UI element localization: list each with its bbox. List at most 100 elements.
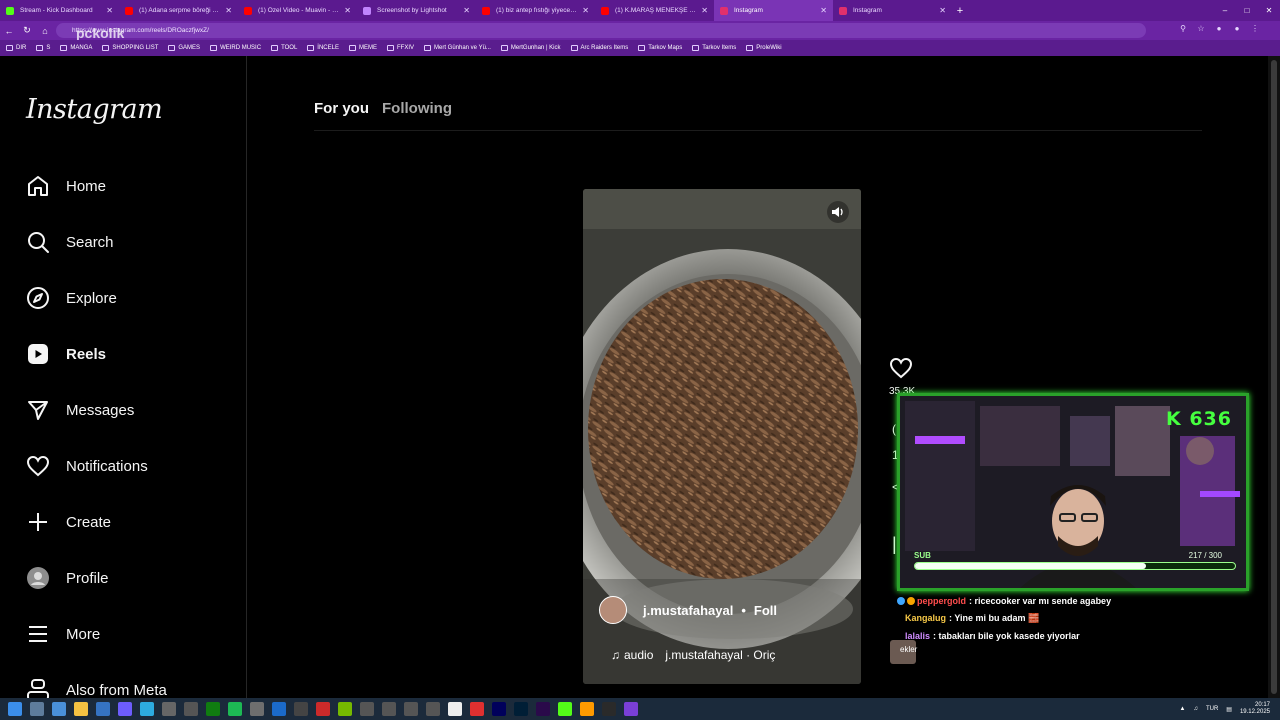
new-tab-button[interactable]: +	[952, 5, 968, 17]
app-icon[interactable]	[382, 702, 396, 716]
chat-username[interactable]: Kangalug	[905, 613, 946, 623]
bookmark-item[interactable]: İNCELE	[307, 45, 339, 51]
save-icon[interactable]: |	[892, 534, 897, 555]
url-field[interactable]: https://www.instagram.com/reels/DROaczfj…	[56, 23, 1146, 38]
bookmark-item[interactable]: DIR	[6, 45, 26, 51]
app-icon[interactable]	[96, 702, 110, 716]
bookmark-item[interactable]: WEIRD MUSIC	[210, 45, 261, 51]
sidebar-item-create[interactable]: Create	[26, 508, 111, 536]
app-icon[interactable]	[360, 702, 374, 716]
premiere-icon[interactable]	[536, 702, 550, 716]
app-icon[interactable]	[470, 702, 484, 716]
browser-tab[interactable]: (1) biz antep fıstığı yiyecek adam ✕	[476, 0, 595, 21]
browser-tab[interactable]: (1) Özel Video - Muavin - Dinlenm ✕	[238, 0, 357, 21]
scroll-thumb[interactable]	[1271, 60, 1277, 694]
sidebar-item-home[interactable]: Home	[26, 172, 106, 200]
zoom-icon[interactable]: ⚲	[1178, 24, 1188, 36]
follow-button[interactable]: Foll	[754, 603, 777, 618]
bookmark-item[interactable]: S	[36, 45, 50, 51]
reel-video[interactable]: j.mustafahayal • Foll ♫ audio j.mustafah…	[583, 189, 861, 684]
app-icon[interactable]	[184, 702, 198, 716]
app-icon[interactable]	[250, 702, 264, 716]
reload-icon[interactable]: ↻	[18, 25, 36, 36]
sidebar-item-more[interactable]: More	[26, 620, 100, 648]
app-icon[interactable]	[426, 702, 440, 716]
app-icon[interactable]	[52, 702, 66, 716]
bookmark-item[interactable]: SHOPPING LIST	[102, 45, 158, 51]
sidebar-item-messages[interactable]: Messages	[26, 396, 134, 424]
sidebar-item-search[interactable]: Search	[26, 228, 114, 256]
minimize-icon[interactable]: –	[1214, 0, 1236, 21]
close-tab-icon[interactable]: ✕	[225, 6, 232, 15]
sidebar-item-profile[interactable]: Profile	[26, 564, 109, 592]
home-browser-icon[interactable]: ⌂	[36, 26, 54, 36]
bookmark-item[interactable]: MANGA	[60, 45, 92, 51]
extension-icon[interactable]: ●	[1232, 24, 1242, 36]
sidebar-item-notifications[interactable]: Notifications	[26, 452, 148, 480]
scrollbar[interactable]	[1268, 56, 1280, 698]
settings-icon[interactable]: ⋮	[1250, 24, 1260, 36]
app-icon[interactable]	[602, 702, 616, 716]
bookmark-item[interactable]: GAMES	[168, 45, 200, 51]
app-icon[interactable]	[580, 702, 594, 716]
close-tab-icon[interactable]: ✕	[106, 6, 113, 15]
browser-tab[interactable]: Instagram ✕	[833, 0, 952, 21]
audition-icon[interactable]	[492, 702, 506, 716]
sidebar-item-explore[interactable]: Explore	[26, 284, 117, 312]
app-icon[interactable]	[316, 702, 330, 716]
close-tab-icon[interactable]: ✕	[463, 6, 470, 15]
close-tab-icon[interactable]: ✕	[344, 6, 351, 15]
app-icon[interactable]	[448, 702, 462, 716]
app-icon[interactable]	[404, 702, 418, 716]
bookmark-item[interactable]: Mert Günhan ve Yü...	[424, 45, 491, 51]
extension-icon[interactable]: ●	[1214, 24, 1224, 36]
back-icon[interactable]: ←	[0, 26, 18, 36]
bookmark-item[interactable]: Tarkov Items	[692, 45, 736, 51]
sidebar-item-reels[interactable]: Reels	[26, 340, 106, 368]
nvidia-icon[interactable]	[338, 702, 352, 716]
bookmark-item[interactable]: MEME	[348, 45, 377, 51]
volume-tray-icon[interactable]: ♫	[1193, 706, 1198, 712]
comment-icon[interactable]: (	[892, 422, 896, 436]
close-tab-icon[interactable]: ✕	[701, 6, 708, 15]
close-tab-icon[interactable]: ✕	[820, 6, 827, 15]
like-button[interactable]	[888, 356, 914, 385]
bookmark-item[interactable]: Arc Raiders Items	[570, 45, 628, 51]
tab-following[interactable]: Following	[382, 100, 452, 117]
bookmark-item[interactable]: MertGunhan | Kick	[500, 45, 561, 51]
close-window-icon[interactable]: ✕	[1258, 0, 1280, 21]
bookmark-item[interactable]: FFXIV	[386, 45, 414, 51]
search-taskbar-icon[interactable]	[30, 702, 44, 716]
avatar[interactable]	[599, 596, 627, 624]
folder-icon[interactable]	[74, 702, 88, 716]
close-tab-icon[interactable]: ✕	[582, 6, 589, 15]
bookmark-item[interactable]: Tarkov Maps	[638, 45, 682, 51]
app-icon[interactable]	[118, 702, 132, 716]
chat-username[interactable]: peppergold	[917, 596, 966, 606]
browser-tab[interactable]: Instagram ✕	[714, 0, 833, 21]
close-tab-icon[interactable]: ✕	[939, 6, 946, 15]
browser-tab[interactable]: Screenshot by Lightshot ✕	[357, 0, 476, 21]
maximize-icon[interactable]: □	[1236, 0, 1258, 21]
bookmark-item[interactable]: TOOL	[271, 45, 297, 51]
spotify-icon[interactable]	[228, 702, 242, 716]
xbox-icon[interactable]	[206, 702, 220, 716]
bookmark-item[interactable]: ProleWiki	[746, 45, 782, 51]
browser-tab[interactable]: (1) K.MARAŞ MENEKŞE PAÇA ÇORBA✕	[595, 0, 714, 21]
browser-icon[interactable]	[140, 702, 154, 716]
clock[interactable]: 20:17 19.12.2025	[1240, 702, 1270, 716]
app-icon[interactable]	[558, 702, 572, 716]
browser-tab[interactable]: (1) Adana serpme böreği #böreğ ✕	[119, 0, 238, 21]
instagram-logo[interactable]: Instagram	[26, 94, 163, 125]
browser-tab[interactable]: Stream - Kick Dashboard ✕	[0, 0, 119, 21]
reel-username[interactable]: j.mustafahayal	[643, 603, 733, 618]
network-icon[interactable]: ▤	[1226, 706, 1232, 713]
start-icon[interactable]	[8, 702, 22, 716]
tab-for-you[interactable]: For you	[314, 100, 369, 117]
volume-icon[interactable]	[827, 201, 849, 223]
reel-audio[interactable]: ♫ audio j.mustafahayal · Oriç	[611, 648, 775, 662]
app-icon[interactable]	[294, 702, 308, 716]
app-icon[interactable]	[624, 702, 638, 716]
app-icon[interactable]	[162, 702, 176, 716]
photoshop-icon[interactable]	[514, 702, 528, 716]
